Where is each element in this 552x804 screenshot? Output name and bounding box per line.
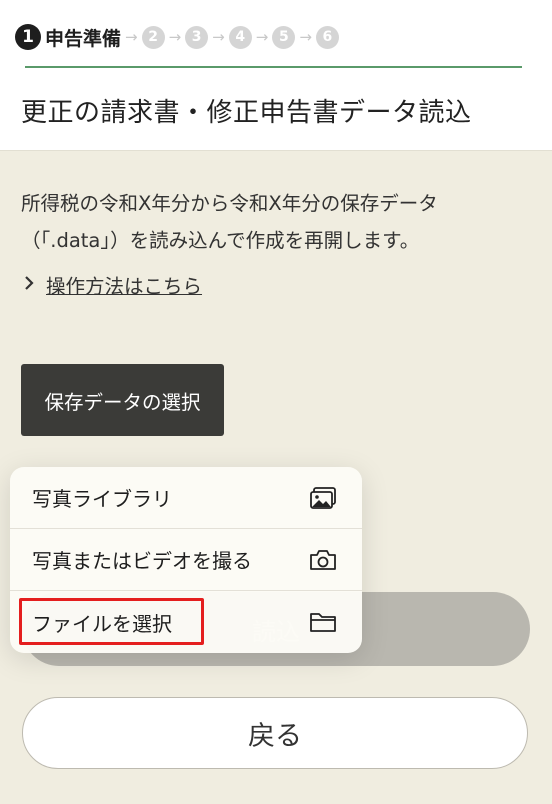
step-arrow-icon: → — [255, 28, 269, 46]
step-1-current: 1 申告準備 — [15, 24, 121, 51]
step-arrow-icon: → — [125, 28, 138, 46]
step-5-number: 5 — [272, 25, 296, 49]
step-6-number: 6 — [315, 25, 339, 49]
howto-link[interactable]: 操作方法はこちら — [46, 270, 202, 299]
menu-item-photo-library[interactable]: 写真ライブラリ — [10, 467, 362, 529]
menu-item-label: 写真またはビデオを撮る — [32, 549, 252, 573]
step-4-number: 4 — [228, 25, 252, 49]
step-arrow-icon: → — [212, 28, 225, 46]
select-save-data-button[interactable]: 保存データの選択 — [21, 364, 224, 436]
header-divider — [25, 66, 522, 68]
step-1-label: 申告準備 — [45, 27, 122, 50]
page-description: 所得税の令和X年分から令和X年分の保存データ（「.data」）を読み込んで作成を… — [21, 192, 438, 252]
step-1-number: 1 — [15, 24, 41, 50]
menu-item-choose-file[interactable]: ファイルを選択 — [10, 591, 362, 653]
menu-item-label: ファイルを選択 — [32, 611, 172, 636]
chevron-right-icon — [24, 274, 34, 295]
folder-icon — [308, 609, 338, 635]
page-title: 更正の請求書・修正申告書データ読込 — [21, 98, 472, 128]
step-2-number: 2 — [141, 25, 165, 49]
page-header: 1 申告準備 → 2 → 3 → 4 → 5 → 6 更正の請求書・修正申告書デ… — [0, 0, 552, 151]
step-arrow-icon: → — [168, 28, 182, 46]
camera-icon — [308, 547, 338, 573]
menu-item-take-photo[interactable]: 写真またはビデオを撮る — [10, 529, 362, 591]
howto-link-row[interactable]: 操作方法はこちら — [24, 270, 202, 299]
file-source-menu: 写真ライブラリ 写真またはビデオを撮る ファイルを選択 — [10, 467, 362, 653]
progress-steps: 1 申告準備 → 2 → 3 → 4 → 5 → 6 — [15, 22, 339, 52]
photo-library-icon — [308, 485, 338, 511]
menu-item-label: 写真ライブラリ — [32, 487, 172, 511]
step-arrow-icon: → — [299, 28, 312, 46]
step-3-number: 3 — [185, 25, 209, 49]
back-button[interactable]: 戻る — [22, 697, 528, 769]
